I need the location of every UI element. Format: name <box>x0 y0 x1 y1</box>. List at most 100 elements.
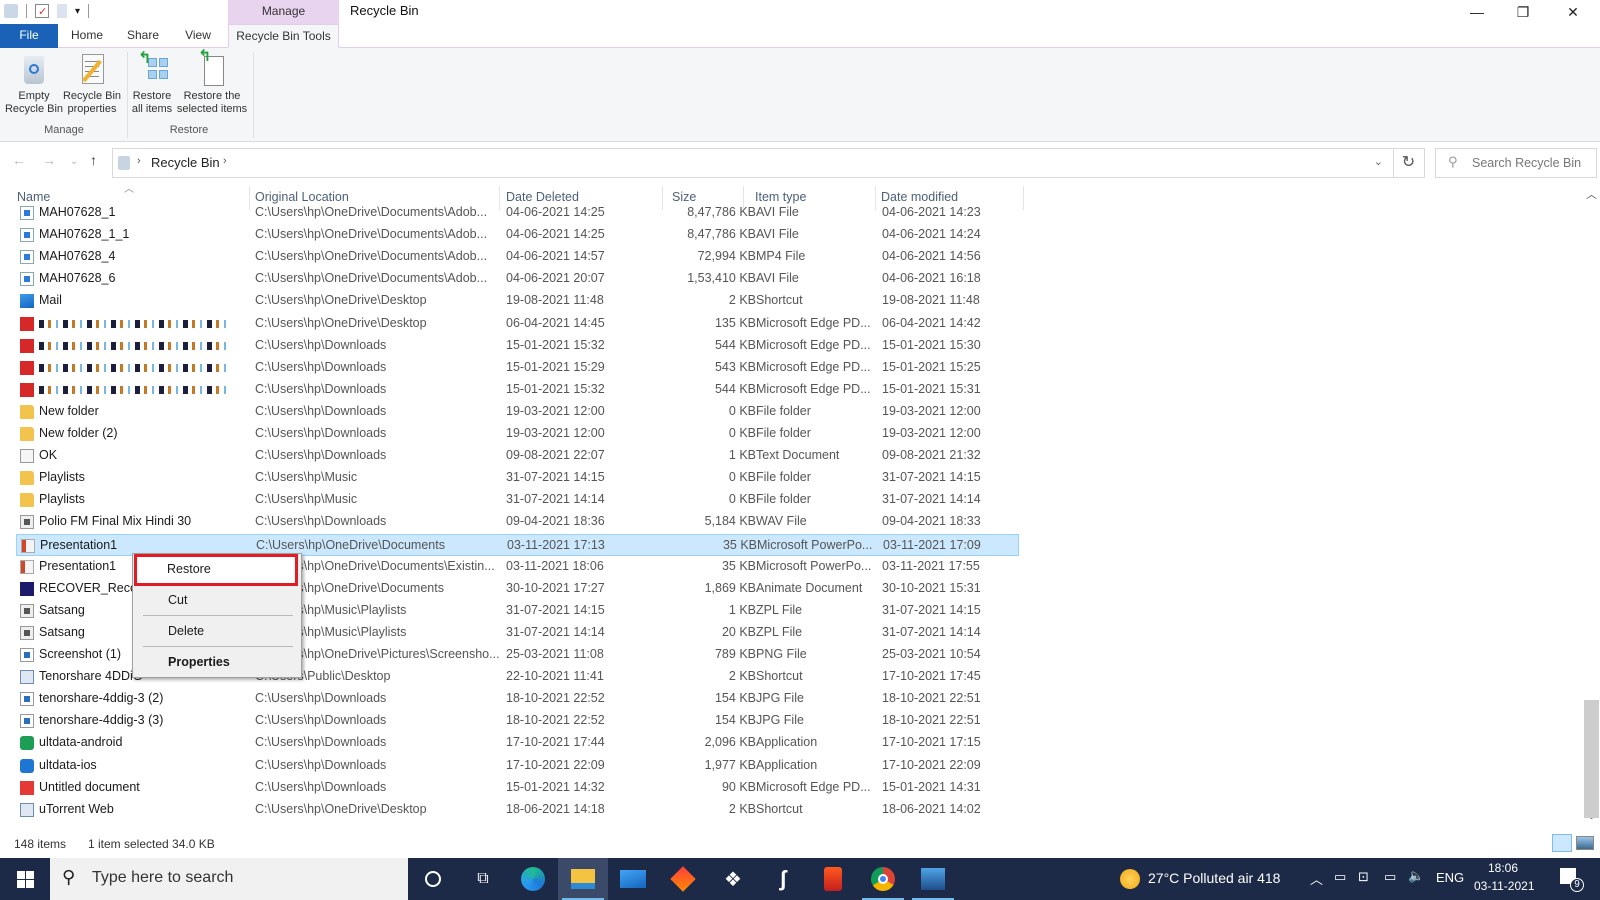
tab-view[interactable]: View <box>174 24 222 48</box>
tab-file[interactable]: File <box>0 24 58 48</box>
group-separator <box>253 52 254 138</box>
refresh-button[interactable]: ↻ <box>1393 148 1425 178</box>
large-icons-view-button[interactable] <box>1576 836 1594 850</box>
file-row[interactable]: Mail C:\Users\hp\OneDrive\Desktop 19-08-20… <box>16 290 1019 312</box>
tab-recycle-bin-tools[interactable]: Recycle Bin Tools <box>228 24 339 48</box>
maximize-button[interactable]: ❐ <box>1500 0 1546 24</box>
item-type: ZPL File <box>756 624 803 639</box>
file-row[interactable]: Playlists C:\Users\hp\Music 31-07-2021 14:… <box>16 467 1019 489</box>
task-view-button[interactable]: ⧉ <box>458 858 508 900</box>
file-row[interactable]: uTorrent Web C:\Users\hp\OneDrive\Desktop… <box>16 799 1019 821</box>
column-header-name[interactable]: Name <box>17 190 50 204</box>
file-row[interactable]: C:\Users\hp\OneDrive\Desktop 06-04-2021 1… <box>16 313 1019 335</box>
taskbar-app-bolt[interactable]: ʃ <box>758 858 808 900</box>
restore-selected-items-button[interactable]: ↰ Restore the selected items <box>176 49 248 116</box>
cortana-button[interactable] <box>408 858 458 900</box>
language-indicator[interactable]: ENG <box>1436 870 1464 885</box>
scroll-up-icon[interactable]: ︿ <box>1586 186 1597 202</box>
clock-time[interactable]: 18:06 <box>1488 861 1518 875</box>
recent-locations-icon[interactable]: ⌄ <box>70 156 78 167</box>
taskbar-app-red[interactable] <box>658 858 708 900</box>
file-row[interactable]: ultdata-ios C:\Users\hp\Downloads 17-10-20… <box>16 755 1019 777</box>
up-icon[interactable]: ↑ <box>90 152 97 168</box>
scrollbar-thumb[interactable] <box>1584 700 1599 818</box>
battery-icon[interactable]: ▭ <box>1384 869 1396 885</box>
taskbar-search-box[interactable]: ⚲ Type here to search <box>50 858 408 900</box>
context-menu-restore-highlighted[interactable]: Restore <box>134 554 298 586</box>
column-header-date-modified[interactable]: Date modified <box>881 190 958 204</box>
date-deleted: 19-03-2021 12:00 <box>506 403 605 418</box>
file-row[interactable]: MAH07628_1 C:\Users\hp\OneDrive\Documents… <box>16 204 1019 224</box>
empty-recycle-bin-button[interactable]: Empty Recycle Bin <box>4 52 64 116</box>
file-row[interactable]: Playlists C:\Users\hp\Music 31-07-2021 14:… <box>16 489 1019 511</box>
volume-icon[interactable]: 🔈 <box>1408 868 1424 884</box>
folder-file-icon <box>20 404 34 419</box>
file-row[interactable]: MAH07628_6 C:\Users\hp\OneDrive\Documents… <box>16 268 1019 290</box>
recycle-bin-properties-button[interactable]: Recycle Bin properties <box>62 52 122 116</box>
restore-all-items-button[interactable]: ↰ Restore all items <box>128 51 176 116</box>
breadcrumb-recycle-bin[interactable]: Recycle Bin <box>151 155 220 170</box>
properties-check-icon[interactable]: ✓ <box>35 4 49 18</box>
file-row[interactable]: OK C:\Users\hp\Downloads 09-08-2021 22:07 1… <box>16 445 1019 467</box>
show-hidden-icons-icon[interactable]: ︿ <box>1310 869 1323 888</box>
context-menu-delete[interactable]: Delete <box>133 618 301 644</box>
file-row[interactable]: New folder (2) C:\Users\hp\Downloads 19-03… <box>16 423 1019 445</box>
new-folder-icon[interactable] <box>57 4 67 18</box>
file-row[interactable]: New folder C:\Users\hp\Downloads 19-03-202… <box>16 401 1019 423</box>
file-row[interactable]: Polio FM Final Mix Hindi 30 C:\Users\hp\D… <box>16 511 1019 533</box>
back-icon[interactable]: ← <box>12 152 26 168</box>
file-explorer-icon <box>571 869 595 889</box>
taskbar-search-input[interactable]: Type here to search <box>92 869 233 887</box>
taskbar-edge[interactable] <box>508 858 558 900</box>
context-menu-cut[interactable]: Cut <box>133 587 301 613</box>
tab-home[interactable]: Home <box>62 24 112 48</box>
taskbar-dropbox[interactable]: ❖ <box>708 858 758 900</box>
recycle-bin-small-icon[interactable] <box>4 4 18 18</box>
breadcrumb-chevron-icon[interactable]: › <box>223 155 227 167</box>
forward-icon[interactable]: → <box>42 152 56 168</box>
file-row[interactable]: C:\Users\hp\Downloads 15-01-2021 15:29 543… <box>16 357 1019 379</box>
customize-qat-icon[interactable]: ▾ <box>75 6 80 17</box>
file-name: MAH07628_4 <box>39 249 116 264</box>
address-dropdown-icon[interactable]: ⌄ <box>1374 155 1383 168</box>
close-button[interactable]: ✕ <box>1550 0 1596 24</box>
file-row[interactable]: C:\Users\hp\Downloads 15-01-2021 15:32 544… <box>16 335 1019 357</box>
column-header-item-type[interactable]: Item type <box>755 190 806 204</box>
file-row[interactable]: C:\Users\hp\Downloads 15-01-2021 15:32 544… <box>16 379 1019 401</box>
date-modified: 17-10-2021 17:15 <box>882 735 981 750</box>
breadcrumb-chevron-icon[interactable]: › <box>137 155 141 167</box>
clock-date[interactable]: 03-11-2021 <box>1474 879 1535 893</box>
tab-share[interactable]: Share <box>118 24 168 48</box>
context-menu-properties[interactable]: Properties <box>133 649 301 675</box>
taskbar-office[interactable] <box>808 858 858 900</box>
date-deleted: 31-07-2021 14:15 <box>506 602 605 617</box>
search-input[interactable]: Search Recycle Bin <box>1472 156 1581 170</box>
taskbar-mail[interactable] <box>608 858 658 900</box>
taskbar-file-explorer[interactable] <box>558 858 608 900</box>
column-header-original-location[interactable]: Original Location <box>255 190 349 204</box>
file-row[interactable]: ultdata-android C:\Users\hp\Downloads 17-1… <box>16 732 1019 754</box>
meet-now-icon[interactable]: ▭ <box>1334 869 1346 885</box>
column-header-date-deleted[interactable]: Date Deleted <box>506 190 579 204</box>
date-deleted: 04-06-2021 14:57 <box>506 249 605 264</box>
file-row[interactable]: MAH07628_1_1 C:\Users\hp\OneDrive\Documen… <box>16 224 1019 246</box>
file-row[interactable]: tenorshare-4ddig-3 (3) C:\Users\hp\Downlo… <box>16 710 1019 732</box>
details-view-button[interactable] <box>1552 834 1572 852</box>
taskbar-photos[interactable] <box>908 858 958 900</box>
network-icon[interactable]: ⊡ <box>1358 869 1369 885</box>
column-header-size[interactable]: Size <box>672 190 696 204</box>
search-box[interactable]: ⚲ Search Recycle Bin <box>1435 148 1597 178</box>
original-location: C:\Users\hp\Downloads <box>255 757 387 772</box>
weather-text[interactable]: 27°C Polluted air 418 <box>1148 870 1280 886</box>
file-row[interactable]: tenorshare-4ddig-3 (2) C:\Users\hp\Downlo… <box>16 688 1019 710</box>
address-bar[interactable]: › Recycle Bin › ⌄ <box>112 148 1394 178</box>
minimize-button[interactable]: — <box>1454 0 1500 24</box>
start-button[interactable] <box>0 858 50 900</box>
file-row[interactable]: Untitled document C:\Users\hp\Downloads 15… <box>16 777 1019 799</box>
task-view-icon: ⧉ <box>477 870 489 887</box>
file-row[interactable]: MAH07628_4 C:\Users\hp\OneDrive\Documents… <box>16 246 1019 268</box>
taskbar-chrome[interactable] <box>858 858 908 900</box>
weather-icon[interactable] <box>1120 869 1140 889</box>
file-name: New folder <box>39 403 99 418</box>
file-name: Untitled document <box>39 779 140 794</box>
